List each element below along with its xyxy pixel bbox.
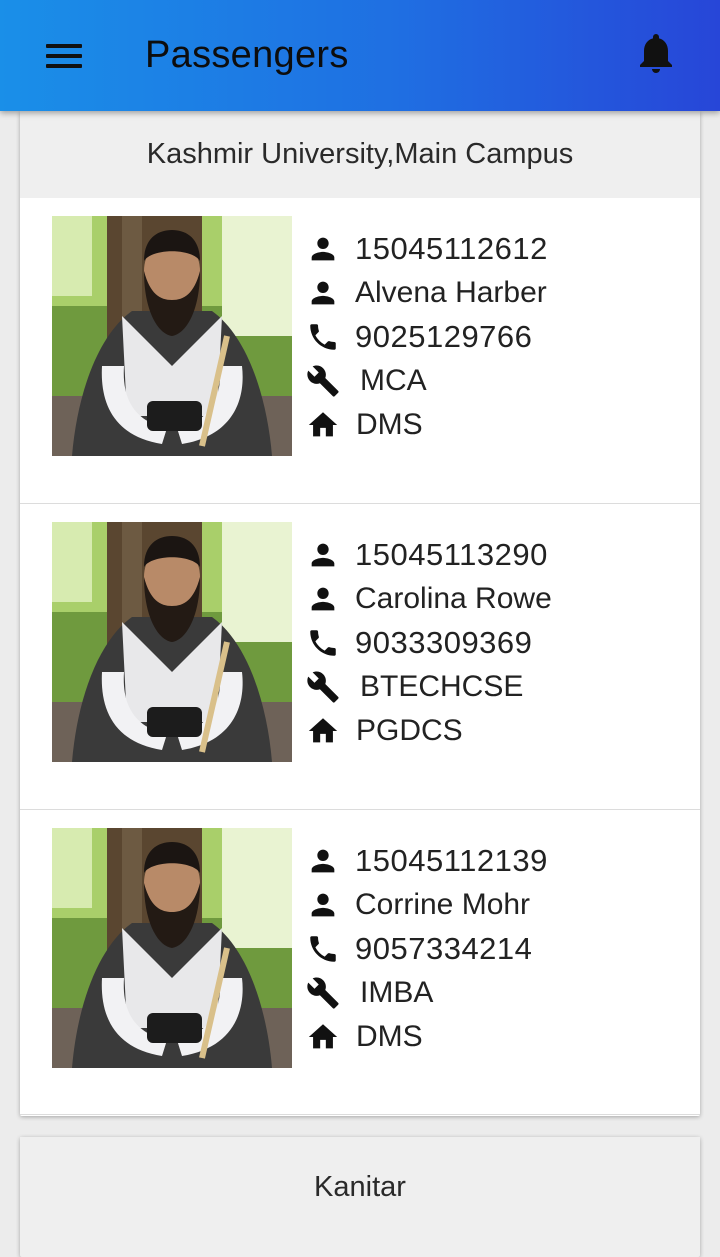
phone-icon	[306, 626, 340, 660]
passenger-phone[interactable]: 9033309369	[355, 625, 532, 661]
person-icon	[306, 888, 340, 922]
passenger-name: Alvena Harber	[355, 276, 547, 309]
app-bar: Passengers	[0, 0, 720, 111]
person-icon	[306, 582, 340, 616]
home-icon	[306, 1020, 340, 1054]
stop-card: Kanitar	[20, 1137, 700, 1257]
person-icon	[306, 232, 340, 266]
passenger-department: PGDCS	[356, 714, 463, 747]
name-line: Alvena Harber	[306, 271, 548, 315]
passenger-info: 15045113290 Carolina Rowe 9033309369 BTECHC…	[306, 533, 552, 753]
stop-name: Kanitar	[20, 1137, 700, 1237]
passenger-photo	[52, 522, 292, 762]
person-icon	[306, 276, 340, 310]
department-line: DMS	[306, 403, 548, 447]
home-icon	[306, 714, 340, 748]
menu-icon[interactable]	[42, 38, 86, 74]
wrench-icon	[306, 670, 340, 704]
phone-line: 9025129766	[306, 315, 548, 359]
phone-line: 9033309369	[306, 621, 552, 665]
passenger-phone[interactable]: 9057334214	[355, 931, 532, 967]
name-line: Carolina Rowe	[306, 577, 552, 621]
passenger-row[interactable]: 15045112139 Corrine Mohr 9057334214 IMBA DMS	[20, 810, 700, 1115]
passenger-photo	[52, 216, 292, 456]
id-line: 15045112612	[306, 227, 548, 271]
wrench-icon	[306, 364, 340, 398]
department-line: PGDCS	[306, 709, 552, 753]
passenger-course: MCA	[360, 364, 427, 397]
passenger-info: 15045112139 Corrine Mohr 9057334214 IMBA DMS	[306, 839, 548, 1059]
id-line: 15045113290	[306, 533, 552, 577]
phone-line: 9057334214	[306, 927, 548, 971]
id-line: 15045112139	[306, 839, 548, 883]
passenger-row[interactable]: 15045113290 Carolina Rowe 9033309369 BTECHC…	[20, 504, 700, 810]
passenger-id: 15045113290	[355, 537, 548, 572]
passenger-id: 15045112139	[355, 843, 548, 878]
passenger-photo	[52, 828, 292, 1068]
person-icon	[306, 538, 340, 572]
passenger-phone[interactable]: 9025129766	[355, 319, 532, 355]
name-line: Corrine Mohr	[306, 883, 548, 927]
passenger-department: DMS	[356, 408, 423, 441]
department-line: DMS	[306, 1015, 548, 1059]
course-line: MCA	[306, 359, 548, 403]
passenger-row[interactable]: 15045112612 Alvena Harber 9025129766 MCA DMS	[20, 198, 700, 504]
passenger-name: Corrine Mohr	[355, 888, 531, 921]
phone-icon	[306, 932, 340, 966]
course-line: BTECHCSE	[306, 665, 552, 709]
home-icon	[306, 408, 340, 442]
passenger-name: Carolina Rowe	[355, 582, 552, 615]
passenger-course: IMBA	[360, 976, 434, 1009]
stop-name: Kashmir University,Main Campus	[20, 111, 700, 198]
bell-icon[interactable]	[632, 28, 680, 78]
passenger-course: BTECHCSE	[360, 670, 524, 703]
passenger-department: DMS	[356, 1020, 423, 1053]
wrench-icon	[306, 976, 340, 1010]
passenger-id: 15045112612	[355, 231, 548, 266]
person-icon	[306, 844, 340, 878]
phone-icon	[306, 320, 340, 354]
passenger-info: 15045112612 Alvena Harber 9025129766 MCA DMS	[306, 227, 548, 447]
page-title: Passengers	[145, 34, 349, 76]
course-line: IMBA	[306, 971, 548, 1015]
stop-card: Kashmir University,Main Campus 150451126…	[20, 111, 700, 1116]
